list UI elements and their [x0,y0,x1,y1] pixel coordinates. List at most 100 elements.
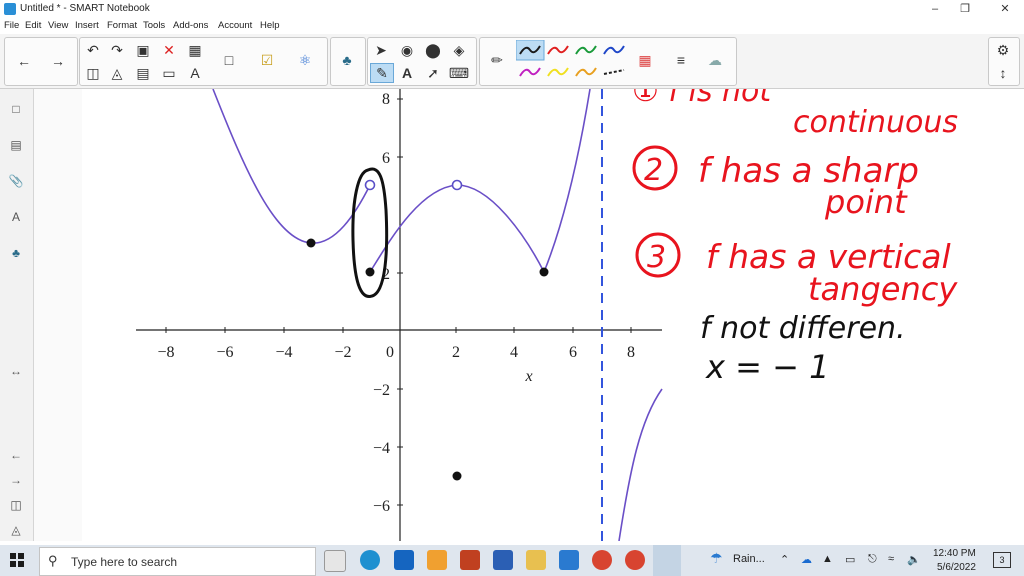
save-icon[interactable]: ▤ [132,63,154,83]
windows-taskbar: ⚲ Type here to search ☂ Rain... ⌃ ☁ ▲ ▭ … [0,545,1024,576]
x-tick-label: −6 [216,344,233,361]
add-page-icon[interactable]: ◫ [82,63,104,83]
minimize-button[interactable]: – [922,1,948,17]
search-icon: ⚲ [48,553,58,568]
check-icon[interactable]: ☑ [256,50,278,70]
smart-notebook-app-icon [4,3,16,15]
redo-icon[interactable]: ↷ [106,40,128,60]
attachments-icon[interactable]: 📎 [8,173,24,189]
fill-icon[interactable]: ◈ [448,40,470,60]
title-bar: Untitled * - SMART Notebook – ❐ ✕ [0,0,1024,19]
remove-page-icon[interactable]: ◬ [106,63,128,83]
menu-format[interactable]: Format [107,20,137,31]
system-tray-icon[interactable]: ▲ [822,553,833,565]
display-tray-icon[interactable]: ▭ [845,553,855,566]
search-placeholder: Type here to search [71,555,178,569]
window-title: Untitled * - SMART Notebook [20,3,150,14]
edge-icon[interactable] [360,550,380,570]
curve-far-right-branch [618,388,663,541]
maximize-button[interactable]: ❐ [952,1,978,17]
display-icon[interactable]: ▭ [158,63,180,83]
add-page-side-icon[interactable]: ◫ [8,497,24,513]
word-icon[interactable] [493,550,513,570]
menu-tools[interactable]: Tools [143,20,165,31]
prev-page-icon[interactable]: ← [8,447,24,463]
close-button[interactable]: ✕ [992,1,1018,17]
x-tick-label: 8 [627,344,635,361]
next-page-icon[interactable]: → [8,472,24,488]
delete-page-side-icon[interactable]: ◬ [8,522,24,538]
outlook-icon[interactable] [394,550,414,570]
notification-badge[interactable]: 3 [993,552,1011,568]
line-tool-icon[interactable]: ➚ [422,63,444,83]
menu-edit[interactable]: Edit [25,20,41,31]
texture-icon[interactable]: ☁ [704,50,726,70]
text-tool-icon[interactable]: A [184,63,206,83]
y-tick-label: 6 [382,150,390,167]
chrome-icon[interactable] [592,550,612,570]
windows-start-icon[interactable] [10,553,24,567]
snipping-tool-icon[interactable] [559,550,579,570]
chrome-icon-2[interactable] [625,550,645,570]
paste-icon[interactable]: ▣ [132,40,154,60]
screen-shade-icon[interactable]: □ [218,50,240,70]
smart-notebook-taskbar-icon[interactable] [653,545,681,576]
x-axis-label: x [524,368,532,385]
text-A-icon[interactable]: A [396,63,418,83]
gear-icon[interactable]: ⚙ [992,40,1014,60]
page-sorter-icon[interactable]: □ [8,101,24,117]
note-1-text: ① f is not [632,89,772,109]
pen-style-group: ✏ ▦ ≡ ☁ [479,37,737,86]
menu-file[interactable]: File [4,20,19,31]
clock-date[interactable]: 5/6/2022 [937,562,976,573]
task-view-icon[interactable] [324,550,346,572]
undo-icon[interactable]: ↶ [82,40,104,60]
shapes-group: ♣ [330,37,366,86]
x-tick-label: −2 [334,344,351,361]
note-1-continued: continuous [793,105,958,140]
color-palette-icon[interactable]: ▦ [634,50,656,70]
back-arrow-icon[interactable]: ← [13,51,35,71]
y-tick-label: −6 [373,498,390,515]
weather-text[interactable]: Rain... [733,553,765,565]
addons-icon[interactable]: ♣ [8,245,24,261]
note-2-number: 2 [644,153,663,188]
eraser-blob-icon[interactable]: ⬤ [422,40,444,60]
taskbar-search-box[interactable]: ⚲ Type here to search [39,547,316,576]
menu-account[interactable]: Account [218,20,252,31]
resize-handle-icon[interactable]: ↔ [8,363,24,379]
menu-addons[interactable]: Add-ons [173,20,208,31]
y-tick-label: −4 [373,440,390,457]
delete-icon[interactable]: ✕ [158,40,180,60]
pen-tool-icon[interactable]: ✎ [370,63,394,83]
shapes-icon[interactable]: ◉ [396,40,418,60]
addon-icon[interactable]: ⚛ [294,50,316,70]
menu-insert[interactable]: Insert [75,20,99,31]
line-style-icon[interactable]: ≡ [670,50,692,70]
clock-time[interactable]: 12:40 PM [933,548,976,559]
menu-help[interactable]: Help [260,20,280,31]
forward-arrow-icon[interactable]: → [47,51,69,71]
volume-icon[interactable]: 🔈 [907,553,921,566]
curve-middle-piece [369,184,545,273]
file-explorer-icon[interactable] [526,550,546,570]
notebook-canvas[interactable]: −8 −6 −4 −2 0 2 4 6 8 x 8 6 2 −2 −4 −6 ①… [34,89,1024,541]
store-icon[interactable] [427,550,447,570]
powerpoint-icon[interactable] [460,550,480,570]
eraser-icon[interactable]: ⌨ [448,63,470,83]
menu-view[interactable]: View [48,20,68,31]
network-icon[interactable]: ⎋ [868,553,877,566]
properties-icon[interactable]: A [8,209,24,225]
chevron-up-icon[interactable]: ⌃ [780,553,789,566]
move-toolbar-icon[interactable]: ↕ [992,63,1014,83]
table-icon[interactable]: ▦ [184,40,206,60]
puzzle-icon[interactable]: ♣ [336,50,358,70]
onedrive-icon[interactable]: ☁ [801,553,812,566]
wifi-icon[interactable]: ≈ [888,553,894,565]
main-toolbar: ← → ↶ ↷ ▣ ✕ ▦ □ ☑ ⚛ ◫ ◬ ▤ ▭ A ♣ ➤ ◉ ⬤ ◈ … [0,34,1024,89]
pen-icon[interactable]: ✏ [486,50,508,70]
gallery-icon[interactable]: ▤ [8,137,24,153]
settings-group: ⚙ ↕ [988,37,1020,86]
note-3-continued: tangency [808,270,958,308]
select-arrow-icon[interactable]: ➤ [370,40,392,60]
